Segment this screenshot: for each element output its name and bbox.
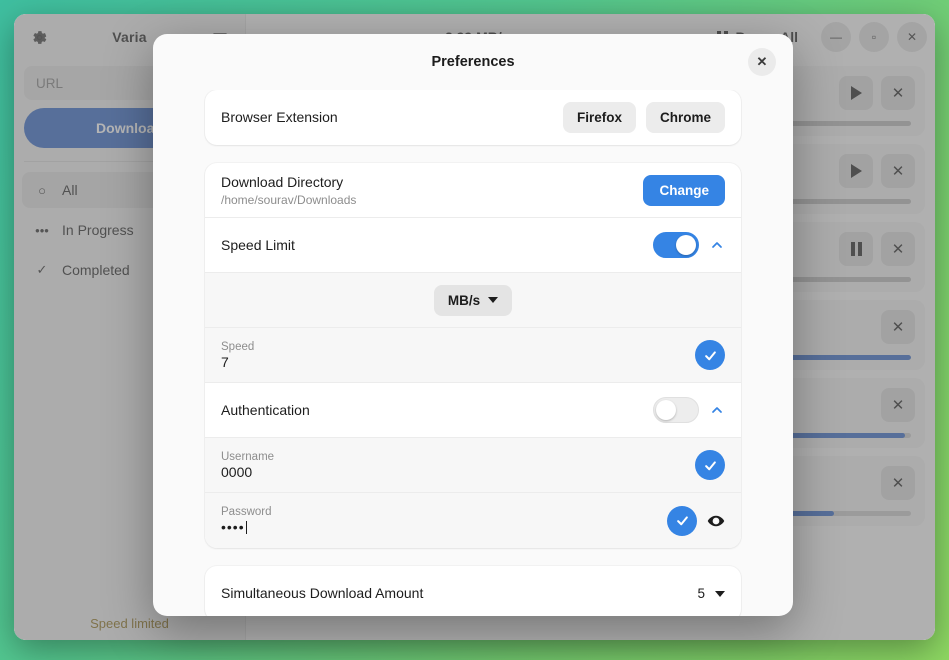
simultaneous-download-label: Simultaneous Download Amount [221,584,697,603]
sidebar-item-label: Completed [62,262,130,278]
settings-card: Download Directory /home/sourav/Download… [205,163,741,548]
change-directory-button[interactable]: Change [643,175,725,206]
remove-icon[interactable]: ✕ [881,76,915,110]
maximize-button[interactable]: ▫ [859,22,889,52]
simultaneous-card: Simultaneous Download Amount 5 [205,566,741,616]
password-confirm-button[interactable] [667,506,697,536]
authentication-label: Authentication [221,401,653,420]
browser-extension-card: Browser Extension Firefox Chrome [205,90,741,145]
browser-extension-row: Browser Extension Firefox Chrome [205,90,741,145]
ellipsis-icon: ••• [34,223,50,238]
sidebar-item-label: In Progress [62,222,134,238]
speed-limit-toggle[interactable] [653,232,699,258]
remove-icon[interactable]: ✕ [881,310,915,344]
password-field-row: Password •••• [205,493,741,548]
chevron-down-icon [488,297,498,303]
simultaneous-download-row[interactable]: Simultaneous Download Amount 5 [205,566,741,616]
username-confirm-button[interactable] [695,450,725,480]
speed-unit-dropdown[interactable]: MB/s [434,285,512,316]
simultaneous-download-value: 5 [697,586,705,601]
eye-icon[interactable] [707,512,725,530]
url-placeholder: URL [36,76,63,91]
download-directory-row: Download Directory /home/sourav/Download… [205,163,741,218]
speed-unit-value: MB/s [448,293,480,308]
play-icon[interactable] [839,76,873,110]
remove-icon[interactable]: ✕ [881,388,915,422]
chevron-up-icon[interactable] [709,237,725,253]
toggle-knob [656,400,676,420]
password-field-label: Password [221,506,667,518]
remove-icon[interactable]: ✕ [881,466,915,500]
password-input[interactable]: •••• [221,519,667,535]
toggle-knob [676,235,696,255]
speed-input[interactable]: 7 [221,354,695,370]
speed-field-row: Speed 7 [205,328,741,383]
username-field-row: Username 0000 [205,438,741,493]
text-caret [246,521,247,534]
dialog-content: Browser Extension Firefox Chrome Downloa… [153,90,793,616]
preferences-dialog: Preferences ✕ Browser Extension Firefox … [153,34,793,616]
download-directory-path: /home/sourav/Downloads [221,193,643,207]
firefox-button[interactable]: Firefox [563,102,636,133]
speed-unit-row: MB/s [205,273,741,328]
sidebar-item-label: All [62,182,78,198]
play-icon[interactable] [839,154,873,188]
browser-extension-label: Browser Extension [221,108,563,127]
page-title: Preferences [431,54,514,70]
window-controls: — ▫ ✕ [821,22,927,52]
gear-icon[interactable] [24,22,54,52]
authentication-toggle[interactable] [653,397,699,423]
username-field-label: Username [221,451,695,463]
close-icon[interactable]: ✕ [748,48,776,76]
circle-icon: ○ [34,183,50,198]
speed-limit-row: Speed Limit [205,218,741,273]
chevron-up-icon[interactable] [709,402,725,418]
chrome-button[interactable]: Chrome [646,102,725,133]
speed-confirm-button[interactable] [695,340,725,370]
authentication-row: Authentication [205,383,741,438]
speed-limit-label: Speed Limit [221,236,653,255]
dialog-header: Preferences ✕ [153,34,793,90]
password-value: •••• [221,519,245,535]
minimize-button[interactable]: — [821,22,851,52]
download-directory-label: Download Directory [221,173,643,192]
speed-field-label: Speed [221,341,695,353]
remove-icon[interactable]: ✕ [881,232,915,266]
username-input[interactable]: 0000 [221,464,695,480]
chevron-down-icon[interactable] [715,591,725,597]
pause-icon[interactable] [839,232,873,266]
close-button[interactable]: ✕ [897,22,927,52]
remove-icon[interactable]: ✕ [881,154,915,188]
check-icon: ✓ [34,262,50,278]
